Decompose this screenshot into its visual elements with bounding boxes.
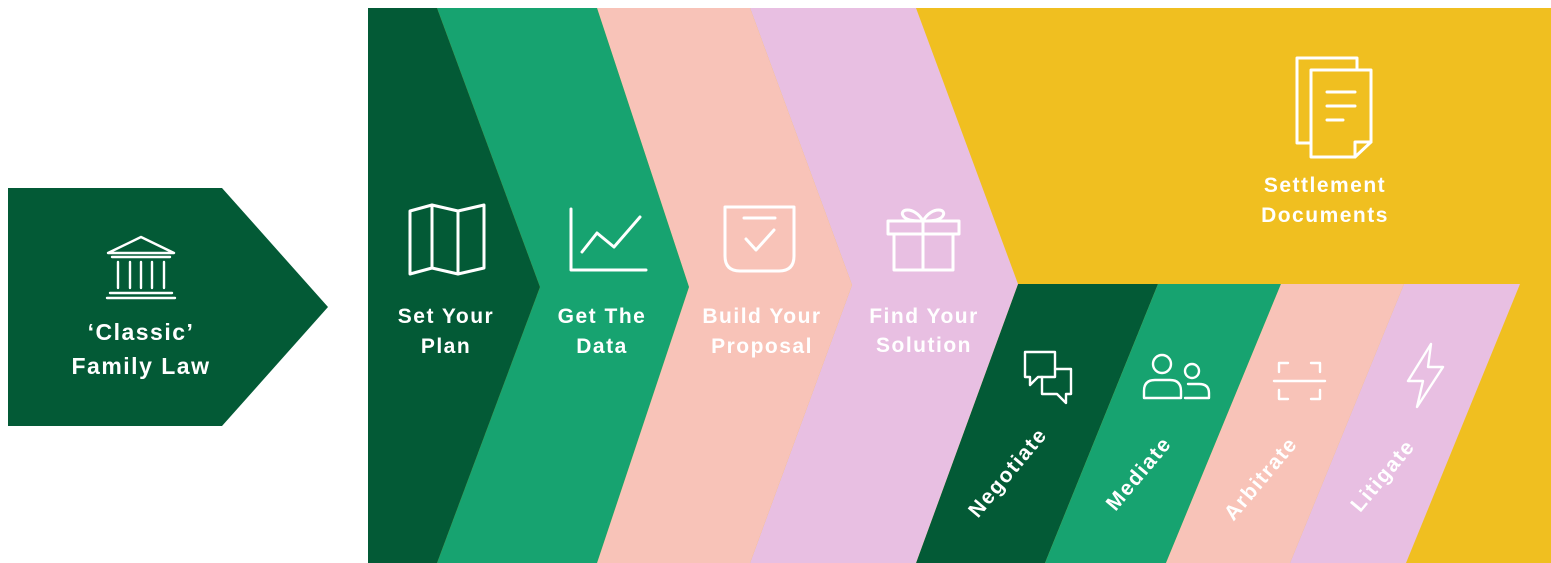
settlement-documents-label-line1: Settlement [1264, 174, 1386, 197]
classic-family-law-label-line2: Family Law [72, 353, 211, 379]
find-your-solution-label-line1: Find Your [869, 305, 979, 328]
settlement-documents-label-line2: Documents [1261, 204, 1389, 227]
get-the-data-label-line2: Data [576, 335, 628, 358]
classic-family-law-arrow [8, 188, 328, 426]
family-law-process-diagram: ‘Classic’ Family Law Set Your Plan Get T… [8, 8, 1551, 563]
set-your-plan-label-line1: Set Your [398, 305, 494, 328]
set-your-plan-label-line2: Plan [421, 335, 471, 358]
classic-family-law-label-line1: ‘Classic’ [88, 319, 195, 345]
get-the-data-label-line1: Get The [558, 305, 647, 328]
build-your-proposal-label-line1: Build Your [702, 305, 821, 328]
build-your-proposal-label-line2: Proposal [711, 335, 813, 358]
find-your-solution-label-line2: Solution [876, 334, 972, 357]
